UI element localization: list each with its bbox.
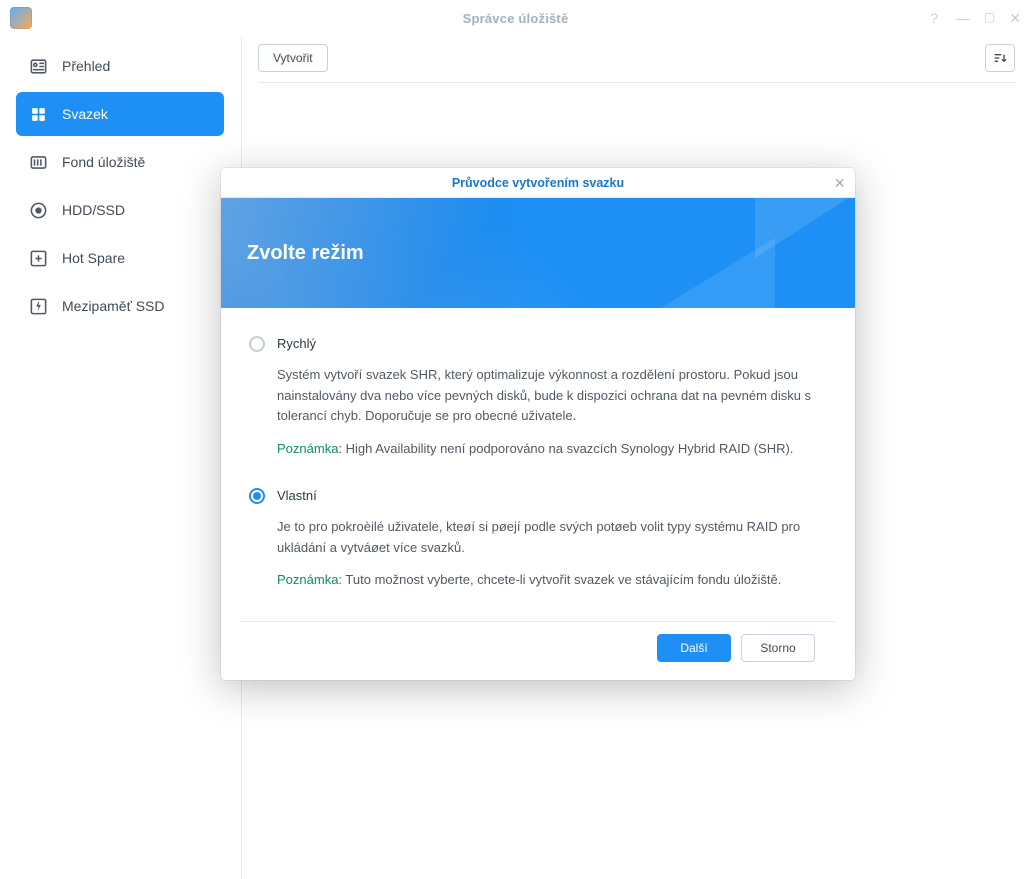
option-label: Rychlý — [277, 334, 316, 355]
hot-spare-icon — [28, 248, 48, 268]
note-key: Poznámka — [277, 441, 338, 456]
sidebar-item-label: Hot Spare — [62, 250, 125, 266]
sidebar-item-hdd-ssd[interactable]: HDD/SSD — [16, 188, 224, 232]
option-note: Poznámka: Tuto možnost vyberte, chcete-l… — [277, 570, 827, 591]
modal-title: Průvodce vytvořením svazku — [452, 176, 624, 190]
modal-header: Průvodce vytvořením svazku × — [221, 168, 855, 198]
mode-option-custom: Vlastní Je to pro pokroèilé uživatele, k… — [249, 482, 827, 613]
option-label: Vlastní — [277, 486, 317, 507]
sort-icon — [992, 50, 1008, 66]
sidebar-item-volume[interactable]: Svazek — [16, 92, 224, 136]
sidebar-item-label: Fond úložiště — [62, 154, 145, 170]
note-key: Poznámka — [277, 572, 338, 587]
overview-icon — [28, 56, 48, 76]
radio-quick[interactable] — [249, 336, 265, 352]
sidebar: Přehled Svazek Fond úložiště HDD/SSD Hot… — [0, 36, 241, 879]
sidebar-item-storage-pool[interactable]: Fond úložiště — [16, 140, 224, 184]
app-icon — [10, 7, 32, 29]
option-description: Systém vytvoří svazek SHR, který optimal… — [277, 365, 827, 427]
window-titlebar: Správce úložiště ? — ▢ ✕ — [0, 0, 1031, 36]
modal-body: Rychlý Systém vytvoří svazek SHR, který … — [221, 308, 855, 621]
volume-creation-wizard: Průvodce vytvořením svazku × Zvolte reži… — [221, 168, 855, 680]
radio-custom[interactable] — [249, 488, 265, 504]
cancel-button[interactable]: Storno — [741, 634, 815, 662]
storage-pool-icon — [28, 152, 48, 172]
create-button[interactable]: Vytvořit — [258, 44, 328, 72]
sidebar-item-label: Svazek — [62, 106, 108, 122]
sort-button[interactable] — [985, 44, 1015, 72]
modal-banner: Zvolte režim — [221, 198, 855, 308]
sidebar-item-label: HDD/SSD — [62, 202, 125, 218]
maximize-icon[interactable]: ▢ — [984, 10, 995, 27]
mode-option-quick: Rychlý Systém vytvoří svazek SHR, který … — [249, 330, 827, 482]
close-icon[interactable]: × — [834, 174, 845, 192]
note-text: High Availability není podporováno na sv… — [346, 441, 794, 456]
option-note: Poznámka: High Availability není podporo… — [277, 439, 827, 460]
toolbar: Vytvořit — [258, 44, 1015, 83]
disk-icon — [28, 200, 48, 220]
close-window-icon[interactable]: ✕ — [1009, 10, 1021, 27]
help-icon[interactable]: ? — [930, 10, 938, 27]
ssd-cache-icon — [28, 296, 48, 316]
minimize-icon[interactable]: — — [956, 10, 970, 27]
sidebar-item-ssd-cache[interactable]: Mezipaměť SSD — [16, 284, 224, 328]
banner-title: Zvolte režim — [247, 242, 364, 265]
modal-footer: Další Storno — [241, 621, 835, 680]
window-title: Správce úložiště — [463, 11, 569, 26]
note-text: Tuto možnost vyberte, chcete-li vytvořit… — [345, 572, 781, 587]
volume-icon — [28, 104, 48, 124]
sidebar-item-hot-spare[interactable]: Hot Spare — [16, 236, 224, 280]
next-button[interactable]: Další — [657, 634, 731, 662]
sidebar-item-overview[interactable]: Přehled — [16, 44, 224, 88]
sidebar-item-label: Mezipaměť SSD — [62, 298, 165, 314]
sidebar-item-label: Přehled — [62, 58, 110, 74]
option-description: Je to pro pokroèilé uživatele, kteøí si … — [277, 517, 827, 559]
